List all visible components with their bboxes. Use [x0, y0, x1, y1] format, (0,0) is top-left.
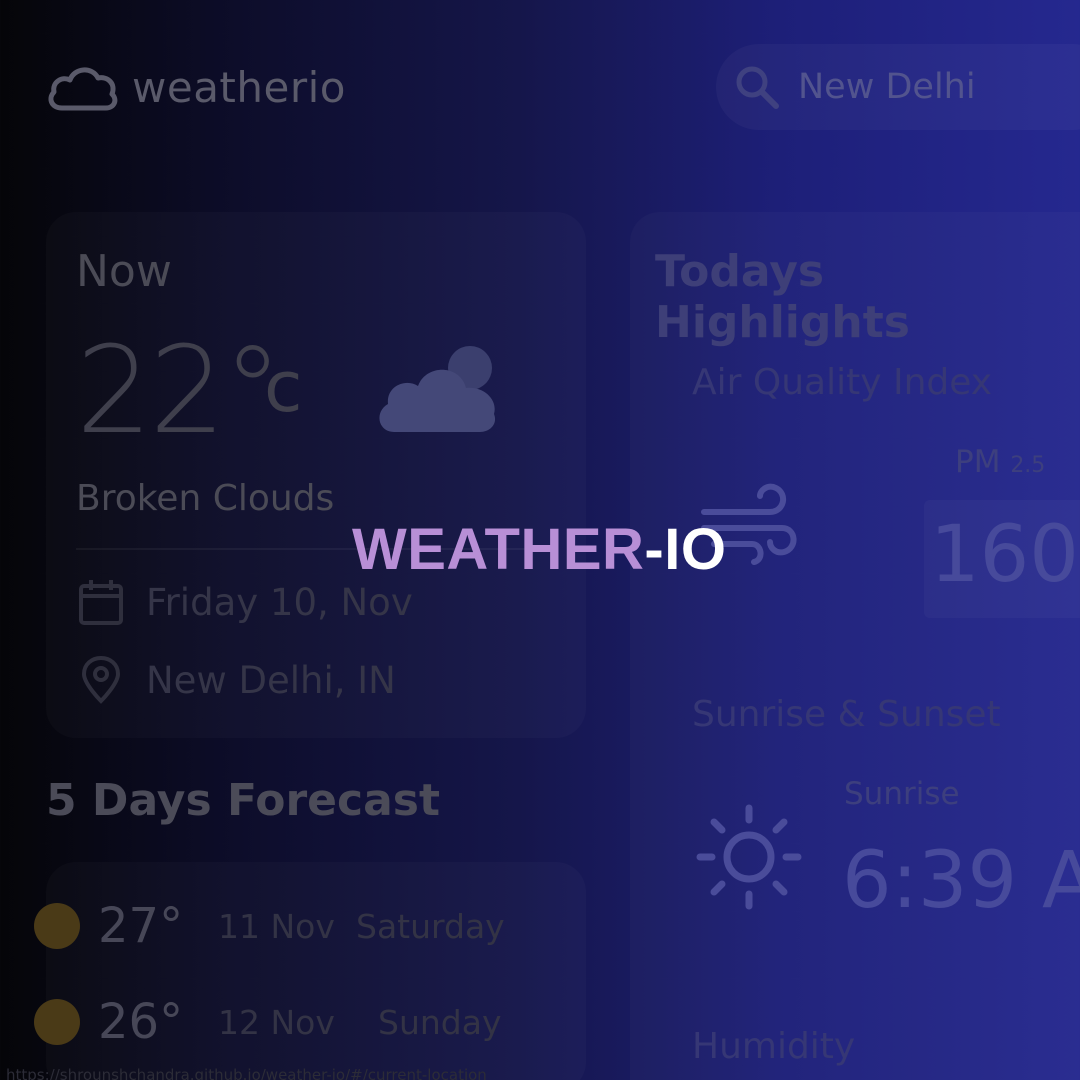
forecast-title: 5 Days Forecast — [46, 775, 441, 826]
search-icon — [736, 66, 779, 109]
forecast-row: 27° 11 Nov Saturday — [34, 898, 505, 954]
headline-part-io: -IO — [644, 517, 727, 582]
sunrise-label: Sunrise — [844, 776, 960, 812]
date-row: Friday 10, Nov — [78, 578, 413, 626]
forecast-temp: 26° — [98, 994, 184, 1050]
pm-label: PM 2.5 — [955, 444, 1046, 480]
search-bar[interactable]: New Delhi — [716, 44, 1080, 130]
sun-icon — [696, 804, 802, 910]
forecast-day: Saturday — [356, 906, 505, 946]
sunny-icon — [34, 999, 80, 1045]
location-pin-icon — [81, 656, 121, 704]
headline-part-weather: WEATHER — [352, 517, 645, 582]
weather-description: Broken Clouds — [76, 478, 335, 519]
broken-clouds-icon — [379, 346, 496, 432]
sunny-icon — [34, 903, 80, 949]
sunrise-sunset-title: Sunrise & Sunset — [692, 694, 1001, 735]
current-weather-card: Now 22° c Broken Clouds Friday 10, Nov N… — [46, 212, 586, 738]
headline-title: WEATHER-IO — [352, 516, 726, 583]
pm-value: 160 — [930, 510, 1079, 600]
air-quality-title: Air Quality Index — [692, 362, 993, 403]
forecast-date: 12 Nov — [218, 1002, 335, 1042]
cloud-logo-icon — [48, 67, 118, 111]
location-row: New Delhi, IN — [78, 656, 396, 704]
current-temperature: 22° — [76, 322, 283, 461]
calendar-icon — [79, 580, 123, 625]
forecast-day: Sunday — [378, 1002, 502, 1042]
sunrise-time: 6:39 A — [842, 836, 1080, 926]
app-logo[interactable]: weatherio — [46, 62, 346, 112]
highlights-title: Todays Highlights — [655, 246, 910, 348]
temperature-unit: c — [264, 346, 303, 428]
search-input[interactable]: New Delhi — [798, 67, 976, 107]
forecast-date: 11 Nov — [218, 906, 335, 946]
forecast-row: 26° 12 Nov Sunday — [34, 994, 501, 1050]
logo-text: weatherio — [132, 62, 346, 112]
status-bar-url: https://shrounshchandra.github.io/weathe… — [6, 1066, 487, 1080]
current-date: Friday 10, Nov — [146, 580, 413, 624]
current-location: New Delhi, IN — [146, 658, 396, 702]
forecast-temp: 27° — [98, 898, 184, 954]
now-label: Now — [76, 246, 172, 297]
humidity-title: Humidity — [692, 1026, 856, 1067]
